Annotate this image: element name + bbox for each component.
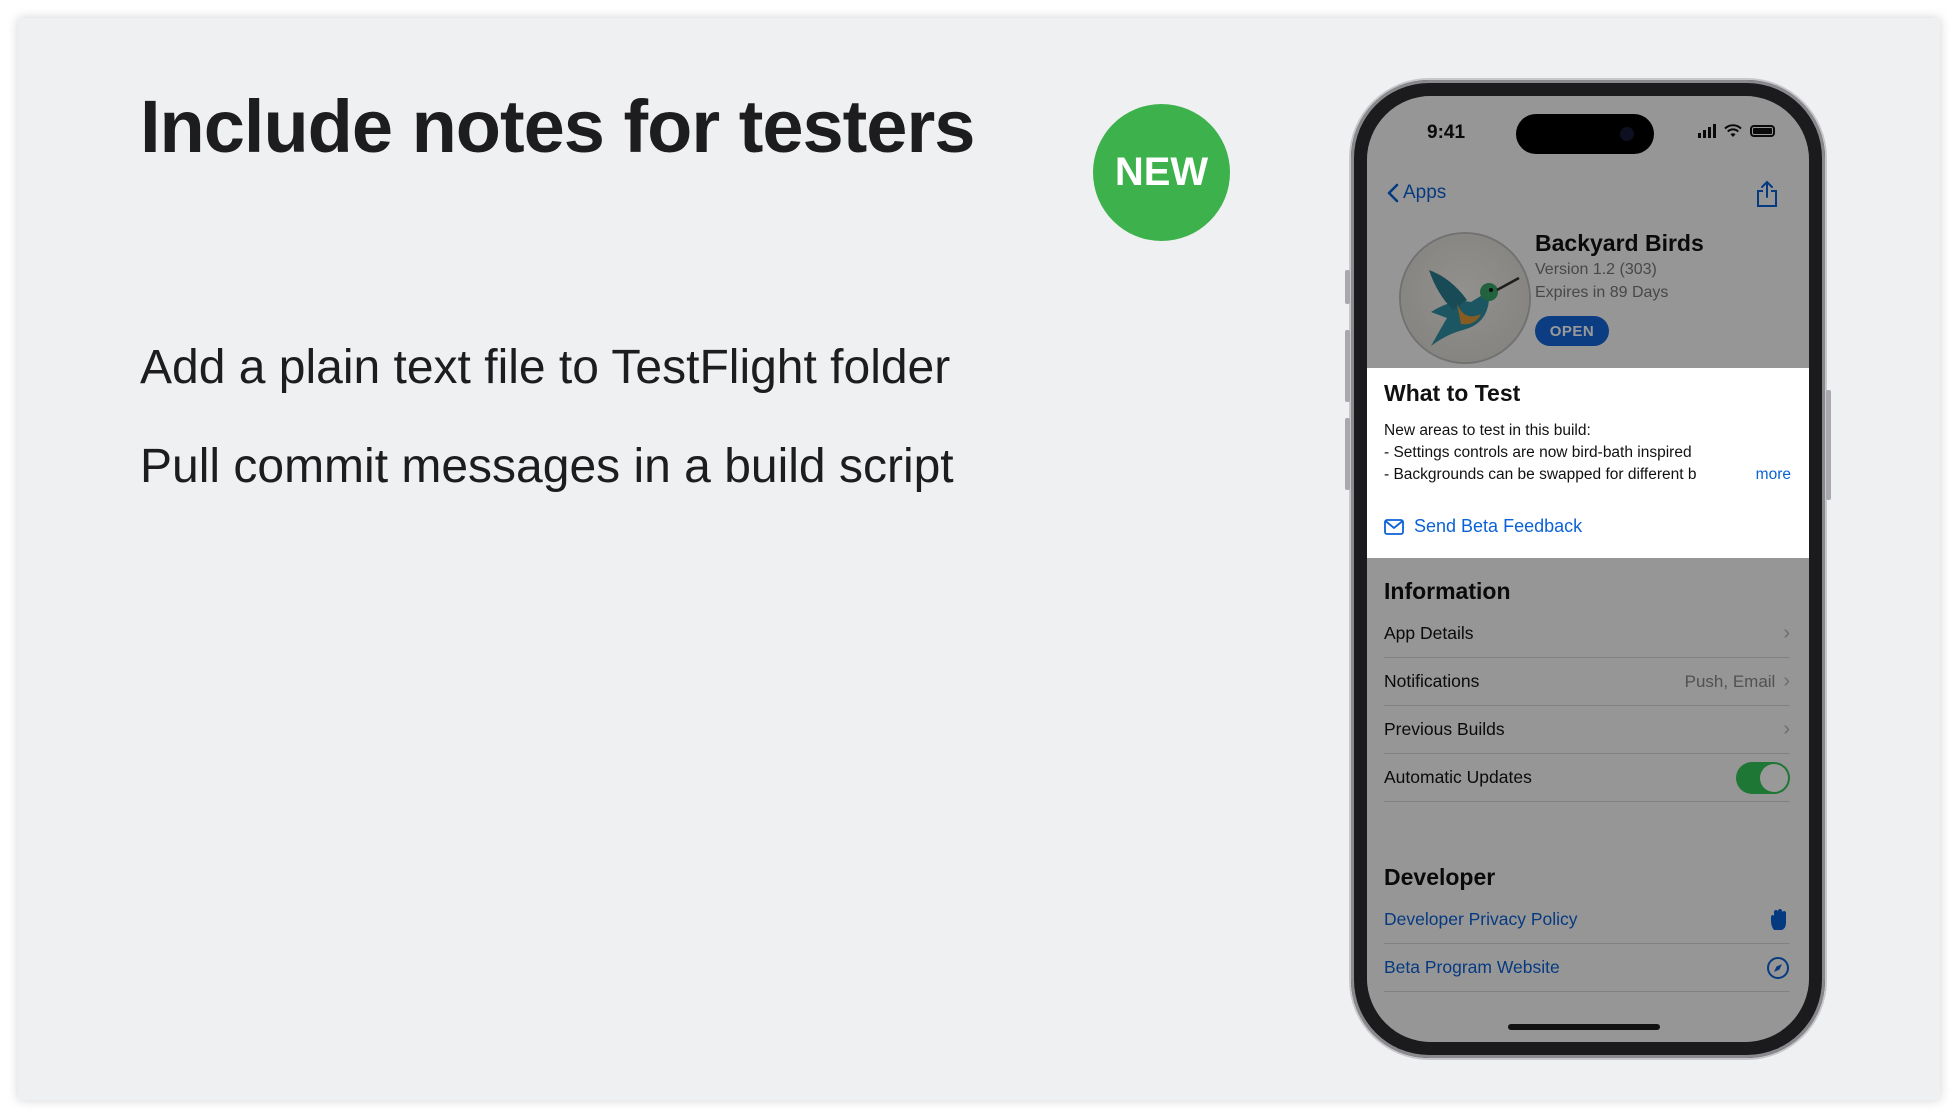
volume-up-button <box>1345 330 1350 402</box>
new-badge-label: NEW <box>1114 150 1209 194</box>
slide-title: Include notes for testers <box>140 85 975 168</box>
volume-down-button <box>1345 418 1350 490</box>
bullet-item: Pull commit messages in a build script <box>140 440 954 493</box>
what-to-test-line: New areas to test in this build: <box>1384 422 1591 439</box>
what-to-test-title: What to Test <box>1384 380 1521 406</box>
what-to-test-line: - Backgrounds can be swapped for differe… <box>1384 466 1697 483</box>
what-to-test-line: - Settings controls are now bird-bath in… <box>1384 444 1692 461</box>
new-badge: NEW <box>1093 104 1230 241</box>
more-link[interactable]: more <box>1756 466 1791 484</box>
home-indicator <box>1508 1024 1660 1030</box>
envelope-icon <box>1384 518 1404 535</box>
text-fade <box>1697 464 1733 486</box>
power-button <box>1826 390 1831 500</box>
bullet-item: Add a plain text file to TestFlight fold… <box>140 341 951 394</box>
dim-overlay-bottom <box>1367 558 1809 1042</box>
phone-screen: 9:41 Apps Backyard Birds Version 1.2 (30… <box>1367 96 1809 1042</box>
dim-overlay-top <box>1367 96 1809 368</box>
what-to-test-card: What to Test New areas to test in this b… <box>1367 368 1809 558</box>
mute-switch <box>1345 270 1350 304</box>
send-beta-feedback-label: Send Beta Feedback <box>1414 516 1583 536</box>
send-beta-feedback-button[interactable]: Send Beta Feedback <box>1384 516 1582 537</box>
iphone-mockup: 9:41 Apps Backyard Birds Version 1.2 (30… <box>1345 80 1831 1058</box>
